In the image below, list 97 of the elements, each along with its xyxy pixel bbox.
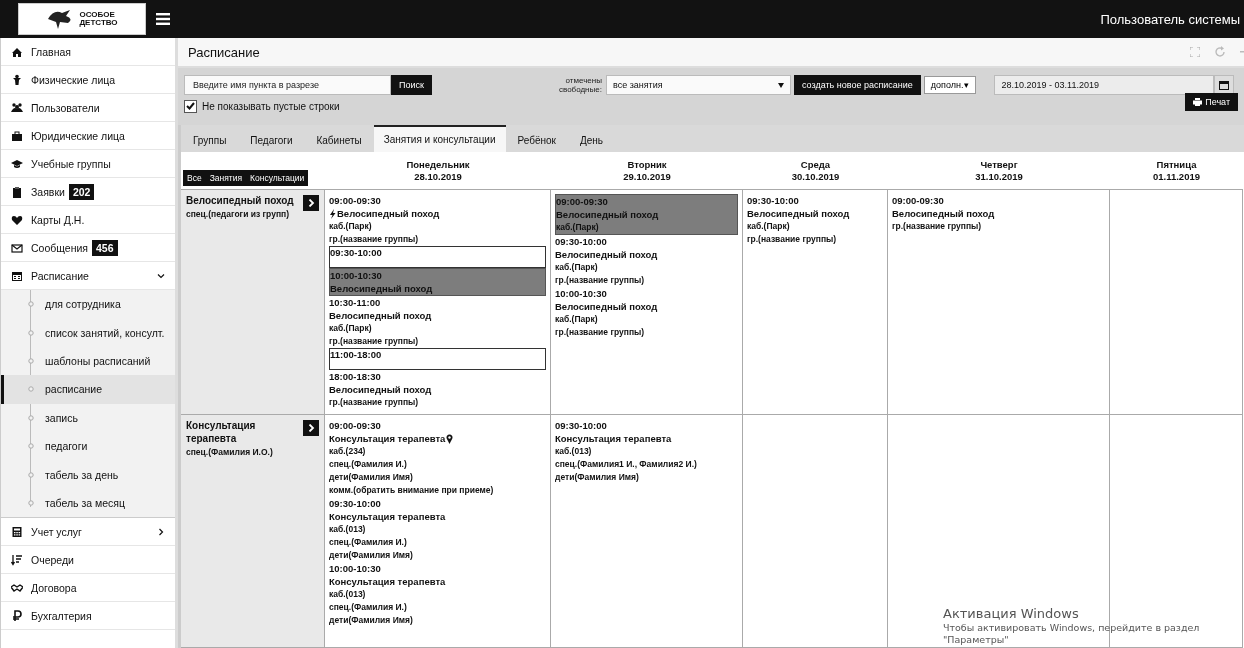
tab[interactable]: Ребёнок	[505, 128, 568, 152]
free-slots-select[interactable]: все занятия	[605, 75, 791, 95]
node-dot-icon	[28, 443, 34, 450]
sidebar-item[interactable]: Карты Д.Н.	[1, 206, 175, 234]
heart-icon	[11, 213, 23, 226]
tab[interactable]: Группы	[181, 128, 239, 152]
row-subtitle: спец.(Фамилия И.О.)	[186, 447, 274, 457]
row-title: Велосипедный поход	[186, 194, 295, 207]
day-header: Четверг 31.10.2019	[888, 152, 1110, 190]
node-dot-icon	[28, 301, 34, 308]
logo-text: ОСОБОЕ ДЕТСТВО	[79, 11, 118, 27]
schedule-entry[interactable]: 10:00-10:30 Велосипедный поход каб.(Парк) гр.(название группы)	[555, 287, 738, 339]
schedule-entry[interactable]: 09:30-10:00 Велосипедный поход каб.(Парк) гр.(название группы)	[555, 235, 738, 287]
free-slot[interactable]: 09:30-10:00	[329, 246, 546, 268]
submenu-item[interactable]: педагоги	[1, 431, 175, 461]
count-badge: 202	[68, 183, 95, 200]
tab[interactable]: Кабинеты	[304, 128, 374, 152]
submenu-item[interactable]: список занятий, консулт.	[1, 318, 175, 347]
ruble-icon	[11, 609, 23, 622]
submenu-item[interactable]: расписание	[1, 375, 175, 404]
submenu-item[interactable]: табель за месяц	[1, 488, 175, 518]
dropdown-arrow-icon	[777, 82, 784, 88]
open-row-button[interactable]	[303, 195, 319, 211]
open-row-button[interactable]	[303, 420, 319, 436]
envelope-icon	[11, 241, 23, 254]
submenu-item[interactable]: запись	[1, 403, 175, 432]
users-icon	[11, 101, 23, 114]
calculator-icon	[11, 525, 23, 538]
node-dot-icon	[28, 414, 34, 421]
sidebar-item[interactable]: Бухгалтерия	[1, 602, 175, 631]
node-dot-icon	[28, 499, 34, 506]
highlighted-entry[interactable]: 09:00-09:30 Велосипедный поход каб.(Парк)	[555, 194, 738, 235]
sidebar-item[interactable]: Заявки 202	[1, 178, 175, 206]
sidebar-item[interactable]: Учет услуг	[1, 518, 175, 547]
filter-label: отмечены свободные:	[557, 76, 602, 94]
calendar-icon	[1218, 80, 1229, 90]
schedule-entry[interactable]: 09:30-10:00 Велосипедный поход каб.(Парк) гр.(название группы)	[747, 194, 883, 246]
schedule-entry[interactable]: 09:30-10:00 Консультация терапевта каб.(013) спец.(Фамилия1 И., Фамилия2 И.) дети(Фамилия Имя)	[555, 419, 738, 484]
day-header: Вторник 29.10.2019	[551, 152, 743, 190]
user-name[interactable]: Пользователь системы	[1100, 11, 1244, 27]
clipboard-icon	[11, 185, 23, 198]
date-range-field[interactable]: 28.10.2019 - 03.11.2019	[993, 75, 1214, 95]
home-icon	[11, 45, 23, 58]
schedule-entry[interactable]: 09:00-09:30 Консультация терапевта каб.(234) спец.(Фамилия И.) дети(Фамилия Имя) комм.(обратить внимание при приеме)	[329, 419, 546, 497]
activation-title: Активация Windows	[943, 606, 1080, 622]
free-slot[interactable]: 11:00-18:00	[329, 348, 546, 370]
activation-text: "Параметры"	[943, 634, 1010, 646]
print-button[interactable]: Печат	[1185, 93, 1238, 111]
chevron-right-icon	[307, 424, 315, 432]
submenu-item[interactable]: для сотрудника	[1, 290, 175, 319]
checkbox-label: Не показывать пустые строки	[202, 100, 340, 112]
sidebar-item[interactable]: Сообщения 456	[1, 234, 175, 262]
check-icon	[186, 102, 195, 110]
node-dot-icon	[28, 329, 34, 336]
submenu-item[interactable]: табель за день	[1, 460, 175, 489]
row-subtitle: спец.(педагоги из групп)	[186, 209, 290, 219]
create-schedule-button[interactable]: создать новое расписание	[793, 75, 921, 95]
sidebar-item[interactable]: Учебные группы	[1, 150, 175, 178]
highlighted-entry[interactable]: 10:00-10:30 Велосипедный поход	[329, 268, 546, 296]
submenu-item[interactable]: шаблоны расписаний	[1, 346, 175, 376]
row-title: Консультация терапевта	[186, 419, 257, 445]
count-badge: 456	[92, 239, 118, 256]
chevron-right-icon	[307, 199, 315, 207]
calendar-icon	[11, 269, 23, 282]
graduation-cap-icon	[11, 157, 23, 170]
day-header: Понедельник 28.10.2019	[325, 152, 551, 190]
node-dot-icon	[28, 471, 34, 478]
schedule-entry[interactable]: 09:30-10:00 Консультация терапевта каб.(013) спец.(Фамилия И.) дети(Фамилия Имя)	[329, 497, 546, 562]
sort-icon	[11, 553, 23, 566]
printer-icon	[1193, 98, 1203, 106]
schedule-entry[interactable]: 09:00-09:30 Велосипедный поход каб.(Парк) гр.(название группы)	[329, 194, 546, 246]
schedule-entry[interactable]: 18:00-18:30 Велосипедный поход гр.(название группы)	[329, 370, 546, 409]
search-field[interactable]: Введите имя пункта в разрезе	[184, 75, 391, 95]
menu-icon[interactable]	[156, 13, 170, 25]
briefcase-icon	[11, 129, 23, 142]
sidebar-item[interactable]: Пользователи	[1, 94, 175, 122]
checkbox[interactable]	[184, 99, 197, 113]
day-header: Среда 30.10.2019	[743, 152, 888, 190]
search-button[interactable]: Поиск	[391, 75, 432, 95]
activation-text: Чтобы активировать Windows, перейдите в раздел	[943, 622, 1200, 634]
sidebar-item[interactable]: Юридические лица	[1, 122, 175, 150]
node-dot-icon	[28, 357, 34, 364]
schedule-entry[interactable]: 09:00-09:30 Велосипедный поход гр.(название группы)	[892, 194, 1105, 233]
sidebar-item[interactable]: Договора	[1, 574, 175, 603]
page-title: Расписание	[188, 44, 260, 60]
sidebar-item[interactable]: Главная	[1, 38, 175, 66]
tab[interactable]: Педагоги	[238, 128, 305, 152]
schedule-entry[interactable]: 10:00-10:30 Консультация терапевта каб.(013) спец.(Фамилия И.) дети(Фамилия Имя)	[329, 562, 546, 627]
tab[interactable]: Занятия и консультации	[373, 125, 506, 152]
more-button[interactable]: дополн.▾	[923, 76, 976, 94]
node-dot-icon	[28, 386, 34, 393]
tab[interactable]: День	[567, 128, 616, 152]
sidebar-item[interactable]: Очереди	[1, 546, 175, 575]
sidebar-item[interactable]: Физические лица	[1, 66, 175, 94]
day-header: Пятница 01.11.2019	[1110, 152, 1243, 190]
schedule-entry[interactable]: 10:30-11:00 Велосипедный поход каб.(Парк) гр.(название группы)	[329, 296, 546, 348]
person-icon	[11, 73, 23, 86]
